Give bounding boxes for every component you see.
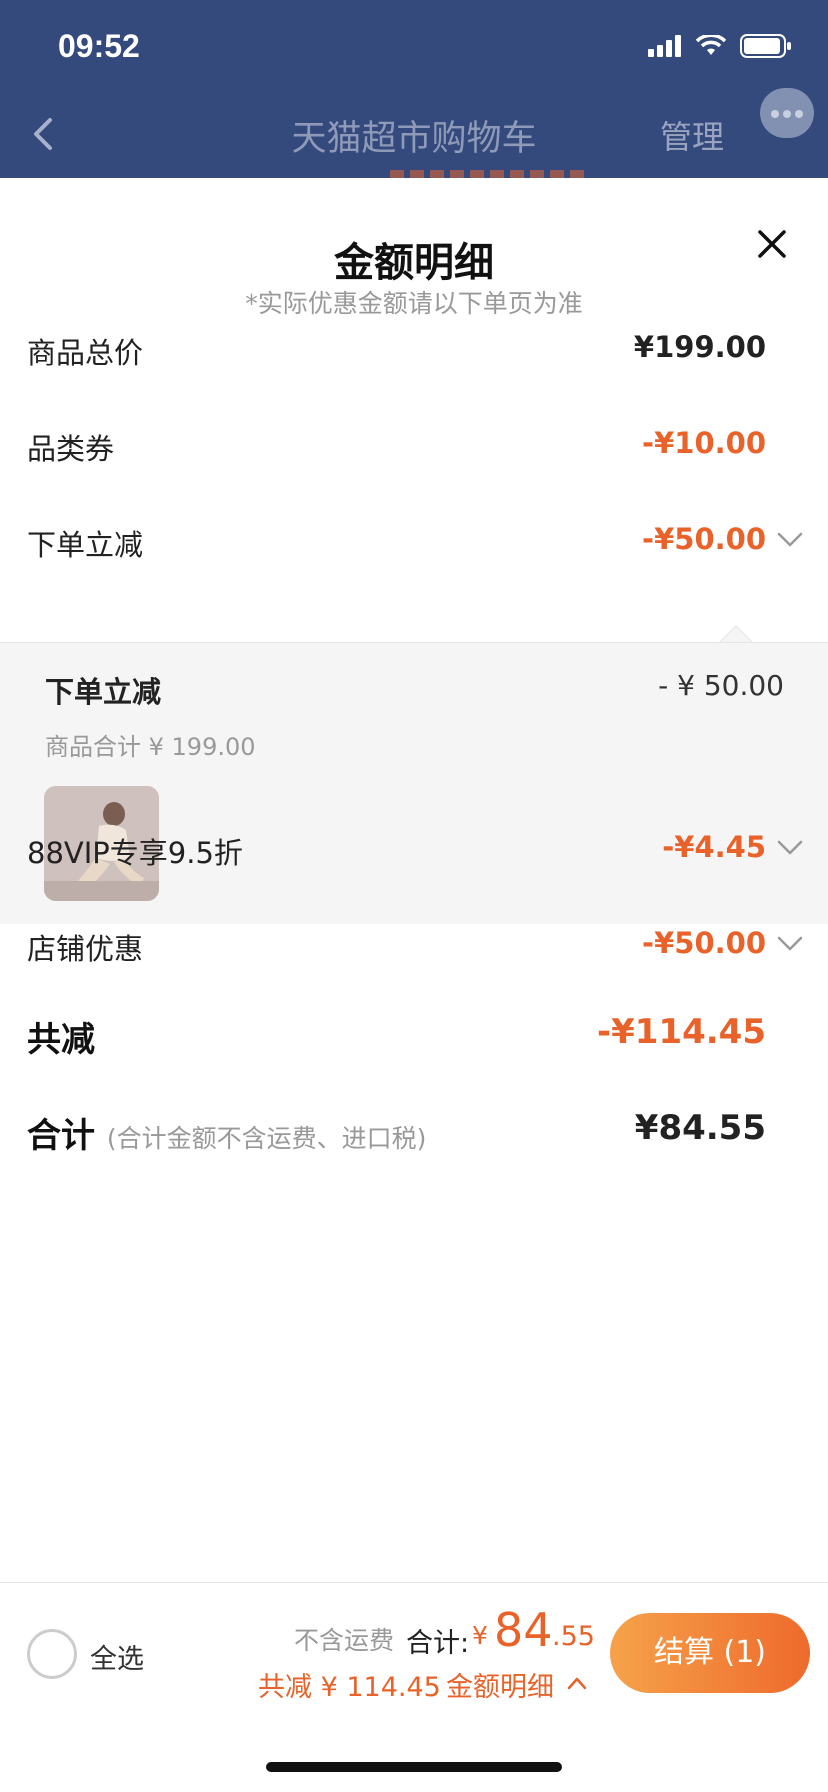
- total-saved-value: -¥114.45: [597, 1012, 766, 1052]
- select-all-label[interactable]: 全选: [90, 1637, 144, 1676]
- row-product-total: 商品总价 ¥199.00: [0, 320, 828, 380]
- checkout-bar: 全选 不含运费 合计: ¥ 84 .55 共减 ¥ 114.45 金额明细 结算…: [0, 1582, 828, 1792]
- close-icon[interactable]: [752, 224, 792, 264]
- chevron-up-icon[interactable]: [566, 1675, 588, 1691]
- bottom-total-int: 84: [494, 1603, 553, 1657]
- total-label: 合计: [27, 1116, 95, 1156]
- row-instant-discount[interactable]: 下单立减 -¥50.00: [0, 512, 828, 572]
- row-label: 品类券: [27, 432, 115, 466]
- row-value: -¥10.00: [642, 426, 766, 460]
- home-indicator: [266, 1762, 562, 1772]
- background-peek: [390, 170, 590, 178]
- row-value: -¥50.00: [642, 926, 766, 960]
- battery-icon: [740, 34, 791, 58]
- chevron-down-icon[interactable]: [776, 934, 804, 954]
- row-store-discount[interactable]: 店铺优惠 -¥50.00: [0, 916, 828, 976]
- nav-bar: 09:52 天猫超市购物车 管理: [0, 0, 828, 178]
- total-value: ¥84.55: [634, 1108, 766, 1148]
- row-value: -¥4.45: [662, 830, 766, 864]
- row-88vip[interactable]: 88VIP专享9.5折 -¥4.45: [0, 820, 828, 880]
- total-label-group: 合计 (合计金额不含运费、进口税): [27, 1108, 426, 1157]
- detail-title: 下单立减: [45, 675, 162, 709]
- saved-amount: 共减 ¥ 114.45: [258, 1672, 441, 1703]
- sheet-subtitle: *实际优惠金额请以下单页为准: [245, 289, 583, 318]
- checkout-button[interactable]: 结算 (1): [610, 1613, 810, 1693]
- status-icons: [648, 34, 792, 58]
- row-label: 下单立减: [27, 528, 144, 562]
- total-saved-label: 共减: [27, 1020, 95, 1060]
- total-note: (合计金额不含运费、进口税): [106, 1124, 427, 1153]
- chevron-down-icon[interactable]: [776, 838, 804, 858]
- more-icon[interactable]: [760, 88, 814, 138]
- row-value: ¥199.00: [633, 330, 766, 364]
- amount-detail-sheet: 金额明细 *实际优惠金额请以下单页为准 商品总价 ¥199.00 品类券 -¥1…: [0, 178, 828, 1792]
- select-all-radio[interactable]: [27, 1629, 77, 1679]
- row-label: 商品总价: [27, 336, 144, 370]
- row-value: -¥50.00: [642, 522, 766, 556]
- excl-shipping: 不含运费: [294, 1626, 395, 1655]
- detail-amount: - ¥ 50.00: [658, 669, 784, 702]
- chevron-down-icon[interactable]: [776, 530, 804, 550]
- status-time: 09:52: [58, 28, 140, 64]
- manage-button[interactable]: 管理: [660, 112, 724, 158]
- wifi-icon: [696, 35, 726, 55]
- row-label: 88VIP专享9.5折: [27, 836, 243, 870]
- instant-discount-detail: 下单立减 - ¥ 50.00 商品合计 ¥ 199.00: [0, 642, 828, 924]
- amount-detail-link[interactable]: 金额明细: [446, 1665, 554, 1704]
- bottom-total-dec: .55: [552, 1621, 595, 1652]
- currency-symbol: ¥: [472, 1621, 488, 1650]
- row-label: 店铺优惠: [27, 932, 144, 966]
- row-category-coupon: 品类券 -¥10.00: [0, 416, 828, 476]
- signal-icon: [648, 35, 681, 57]
- bottom-total-label: 合计:: [406, 1628, 470, 1659]
- sheet-title: 金额明细: [334, 240, 494, 286]
- detail-subtotal: 商品合计 ¥ 199.00: [45, 733, 256, 761]
